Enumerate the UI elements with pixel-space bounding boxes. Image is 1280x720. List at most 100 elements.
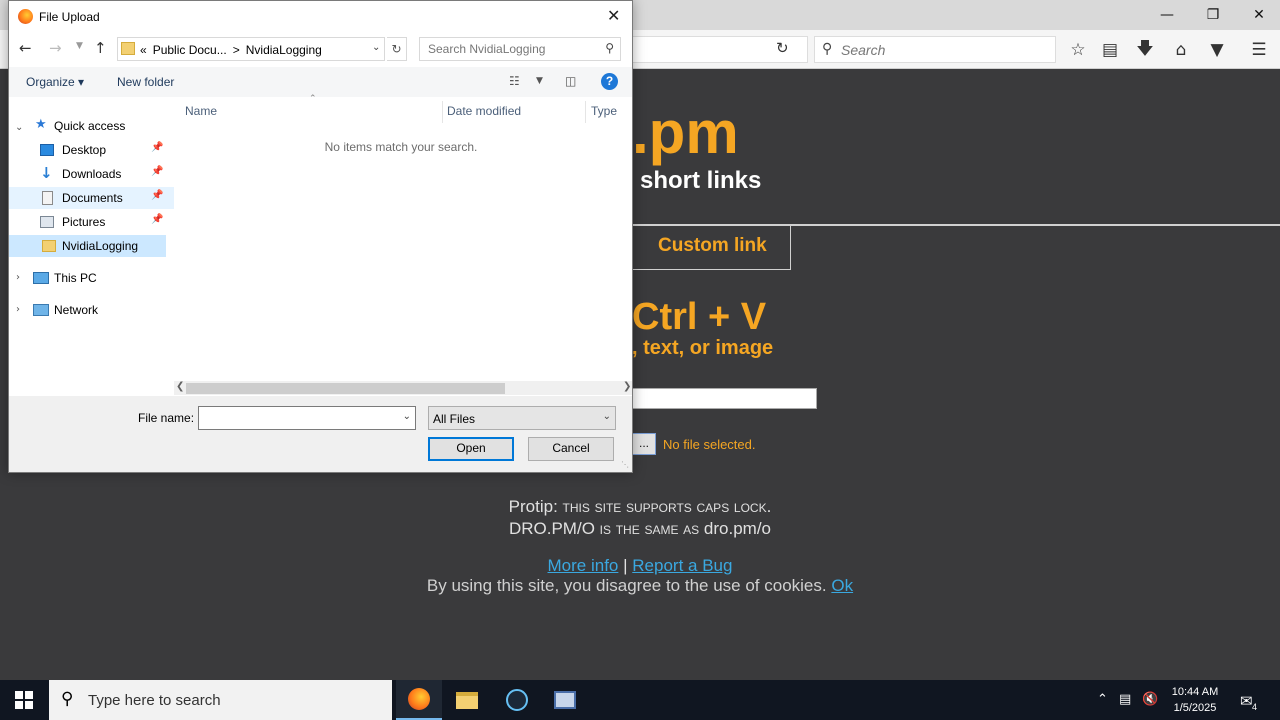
taskbar-search-placeholder: Type here to search [88,692,221,709]
resize-grip-icon[interactable]: ⋱ [621,460,629,469]
file-explorer-icon [456,691,478,709]
star-icon[interactable]: ☆ [1066,38,1090,62]
breadcrumb-item[interactable]: NvidiaLogging [246,43,322,57]
chevron-down-icon: ⌄ [602,411,611,422]
pocket-icon[interactable]: ▼ [1205,38,1229,62]
dialog-titlebar: File Upload ✕ [9,1,632,33]
network-status-icon[interactable]: ▤ [1119,692,1131,707]
pin-icon: 📌 [151,142,164,153]
scroll-right-icon[interactable]: ❯ [623,381,631,392]
steam-icon [506,689,528,711]
system-clock[interactable]: 10:44 AM 1/5/2025 [1162,684,1228,716]
documents-icon [42,191,53,205]
column-type[interactable]: Type [591,104,617,118]
horizontal-scrollbar[interactable]: ❮ ❯ [174,381,632,395]
column-name[interactable]: Name [185,104,217,118]
breadcrumb-item[interactable]: Public Docu... [153,43,227,57]
pictures-icon [40,216,54,228]
cancel-button[interactable]: Cancel [528,437,614,461]
nav-item-pictures[interactable]: Pictures 📌 [9,211,174,233]
folder-search-input[interactable]: Search NvidiaLogging ⚲ [419,37,621,61]
sort-indicator-icon: ⌃ [309,94,317,104]
nav-this-pc[interactable]: This PC [9,267,174,289]
nav-item-documents[interactable]: Documents 📌 [9,187,174,209]
cookie-ok-link[interactable]: Ok [831,576,853,595]
open-button[interactable]: Open [428,437,514,461]
report-bug-link[interactable]: Report a Bug [632,556,732,575]
network-app-icon [554,691,576,709]
address-row: ← → ▼ ↑ «Public Docu... > NvidiaLogging ⌄ … [9,35,632,63]
pin-icon: 📌 [151,214,164,225]
notification-count: 4 [1252,702,1258,712]
volume-muted-icon[interactable]: 🔇 [1142,692,1158,707]
home-icon[interactable]: ⌂ [1169,38,1193,62]
recent-locations-icon[interactable]: ▼ [76,41,83,51]
scroll-left-icon[interactable]: ❮ [176,381,184,392]
site-brand: .pm [632,99,739,166]
file-list: ⌃ Name Date modified Type No items match… [177,94,632,381]
cookie-text: By using this site, you disagree to the … [426,576,827,595]
footer-links: More info | Report a Bug [0,555,1280,577]
new-folder-button[interactable]: New folder [117,75,174,89]
file-type-select[interactable]: All Files ⌄ [428,406,616,430]
chevron-up-icon[interactable]: ⌃ [1097,692,1108,707]
refresh-icon[interactable]: ↻ [387,37,407,61]
taskbar-search[interactable]: ⚲ Type here to search [49,680,392,720]
reading-list-icon[interactable]: ▤ [1098,38,1122,62]
column-divider [442,101,443,123]
breadcrumb-separator[interactable]: > [233,43,240,57]
browse-button[interactable]: ... [632,433,656,455]
empty-message: No items match your search. [324,140,478,154]
download-icon[interactable]: 🡇 [1133,38,1157,62]
windows-logo-icon [15,691,33,709]
nav-label: This PC [54,271,97,285]
nav-item-downloads[interactable]: ↓ Downloads 📌 [9,163,174,185]
firefox-icon [18,9,33,24]
chevron-down-icon[interactable]: ⌄ [403,411,411,422]
link-input[interactable] [632,388,817,409]
taskbar-firefox[interactable] [396,680,442,720]
tab-custom-link[interactable]: Custom link [632,226,791,270]
column-date-modified[interactable]: Date modified [447,104,521,118]
view-options-icon[interactable]: ☷ [509,74,520,88]
chevron-down-icon[interactable]: ▼ [536,76,543,86]
star-icon: ★ [35,117,47,132]
breadcrumb-overflow[interactable]: « [140,43,147,57]
taskbar-steam[interactable] [494,680,540,720]
web-search-input[interactable]: ⚲ Search [814,36,1056,63]
search-icon: ⚲ [605,41,614,55]
reload-icon[interactable]: ↻ [776,39,789,57]
folder-icon [42,240,56,252]
back-icon[interactable]: ← [19,39,32,57]
clock-date: 1/5/2025 [1173,702,1217,714]
downloads-icon: ↓ [40,164,53,182]
nav-item-nvidialogging[interactable]: NvidiaLogging [9,235,166,257]
address-bar[interactable]: « Public Docu... > NvidiaLogging ⌄ [117,37,385,61]
nav-quick-access[interactable]: ★ Quick access [9,115,174,137]
chevron-down-icon[interactable]: ⌄ [372,42,380,53]
menu-icon[interactable]: ☰ [1247,38,1271,62]
restore-icon[interactable]: ❐ [1190,0,1236,30]
close-icon[interactable]: ✕ [607,6,620,25]
taskbar-app[interactable] [542,680,588,720]
folder-search-placeholder: Search NvidiaLogging [428,42,546,56]
taskbar-file-explorer[interactable] [444,680,490,720]
close-icon[interactable]: ✕ [1236,0,1280,30]
up-icon[interactable]: ↑ [94,39,107,57]
command-bar: Organize ▾ New folder ☷ ▼ ◫ ? [9,67,632,97]
nav-network[interactable]: Network [9,299,174,321]
forward-icon[interactable]: → [49,39,62,57]
search-icon: ⚲ [61,689,74,709]
organize-button[interactable]: Organize ▾ [26,75,84,89]
notification-icon[interactable]: ✉ [1240,692,1253,710]
nav-item-desktop[interactable]: Desktop 📌 [9,139,174,161]
scroll-thumb[interactable] [186,383,505,394]
help-icon[interactable]: ? [601,73,618,90]
start-button[interactable] [0,680,48,720]
protip: Protip: this site supports caps lock. DR… [0,496,1280,540]
more-info-link[interactable]: More info [548,556,619,575]
file-name-input[interactable]: ⌄ [198,406,416,430]
preview-pane-icon[interactable]: ◫ [565,74,576,88]
search-icon: ⚲ [822,41,833,57]
minimize-icon[interactable]: — [1144,0,1190,30]
